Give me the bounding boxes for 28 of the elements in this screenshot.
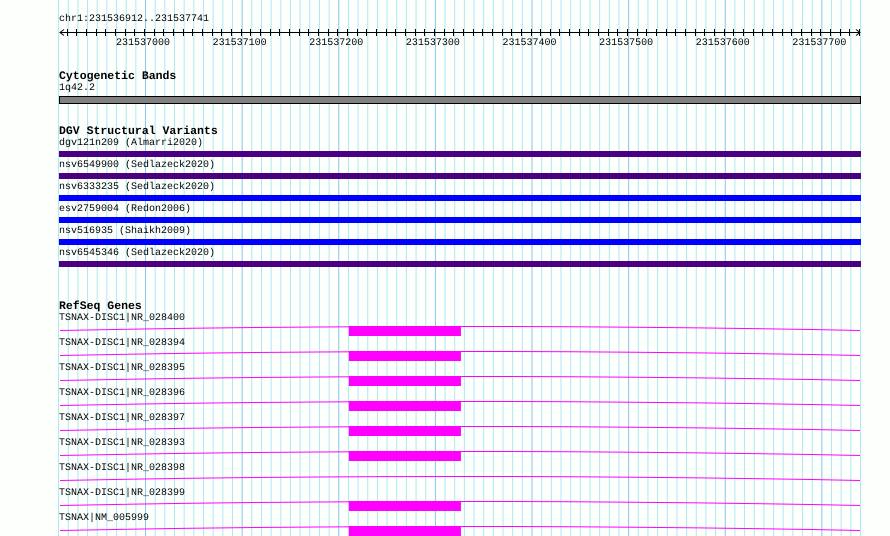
ruler-tick-label: 231537100 xyxy=(212,38,267,49)
band-label: 1q42.2 xyxy=(59,83,96,95)
gene-label: TSNAX-DISC1|NR_028396 xyxy=(59,388,186,400)
gene-label: TSNAX-DISC1|NR_028399 xyxy=(59,488,186,500)
variant-label: esv2759004 (Redon2006) xyxy=(59,204,192,216)
ruler-tick-label: 231537000 xyxy=(116,38,170,49)
ruler-tick-label: 231537500 xyxy=(599,38,654,49)
track-title: Cytogenetic Bands xyxy=(59,71,176,83)
variant-label: nsv6333235 (Sedlazeck2020) xyxy=(59,182,216,194)
gene-label: TSNAX|NM_005999 xyxy=(59,513,150,525)
gene-label: TSNAX-DISC1|NR_028394 xyxy=(59,338,186,350)
gene-label: TSNAX-DISC1|NR_028393 xyxy=(59,438,186,450)
gene-label: TSNAX-DISC1|NR_028398 xyxy=(59,463,186,475)
ruler-tick-label: 231537600 xyxy=(696,38,750,49)
variant-label: nsv6549900 (Sedlazeck2020) xyxy=(59,160,216,172)
variant-label: dgv121n209 (Almarri2020) xyxy=(59,138,204,150)
gene-label: TSNAX-DISC1|NR_028395 xyxy=(59,363,186,375)
ruler-tick-label: 231537400 xyxy=(502,38,557,49)
location-label: chr1:231536912..231537741 xyxy=(59,14,210,26)
track-title: DGV Structural Variants xyxy=(59,126,218,138)
gene-label: TSNAX-DISC1|NR_028400 xyxy=(59,313,186,325)
ruler-tick-label: 231537300 xyxy=(406,38,460,49)
gene-label: TSNAX-DISC1|NR_028397 xyxy=(59,413,186,425)
variant-label: nsv6545346 (Sedlazeck2020) xyxy=(59,248,216,260)
track-title: RefSeq Genes xyxy=(59,301,142,313)
variant-label: nsv516935 (Shaikh2009) xyxy=(59,226,192,238)
ruler-tick-label: 231537700 xyxy=(792,38,846,49)
ruler-tick-label: 231537200 xyxy=(309,38,364,49)
